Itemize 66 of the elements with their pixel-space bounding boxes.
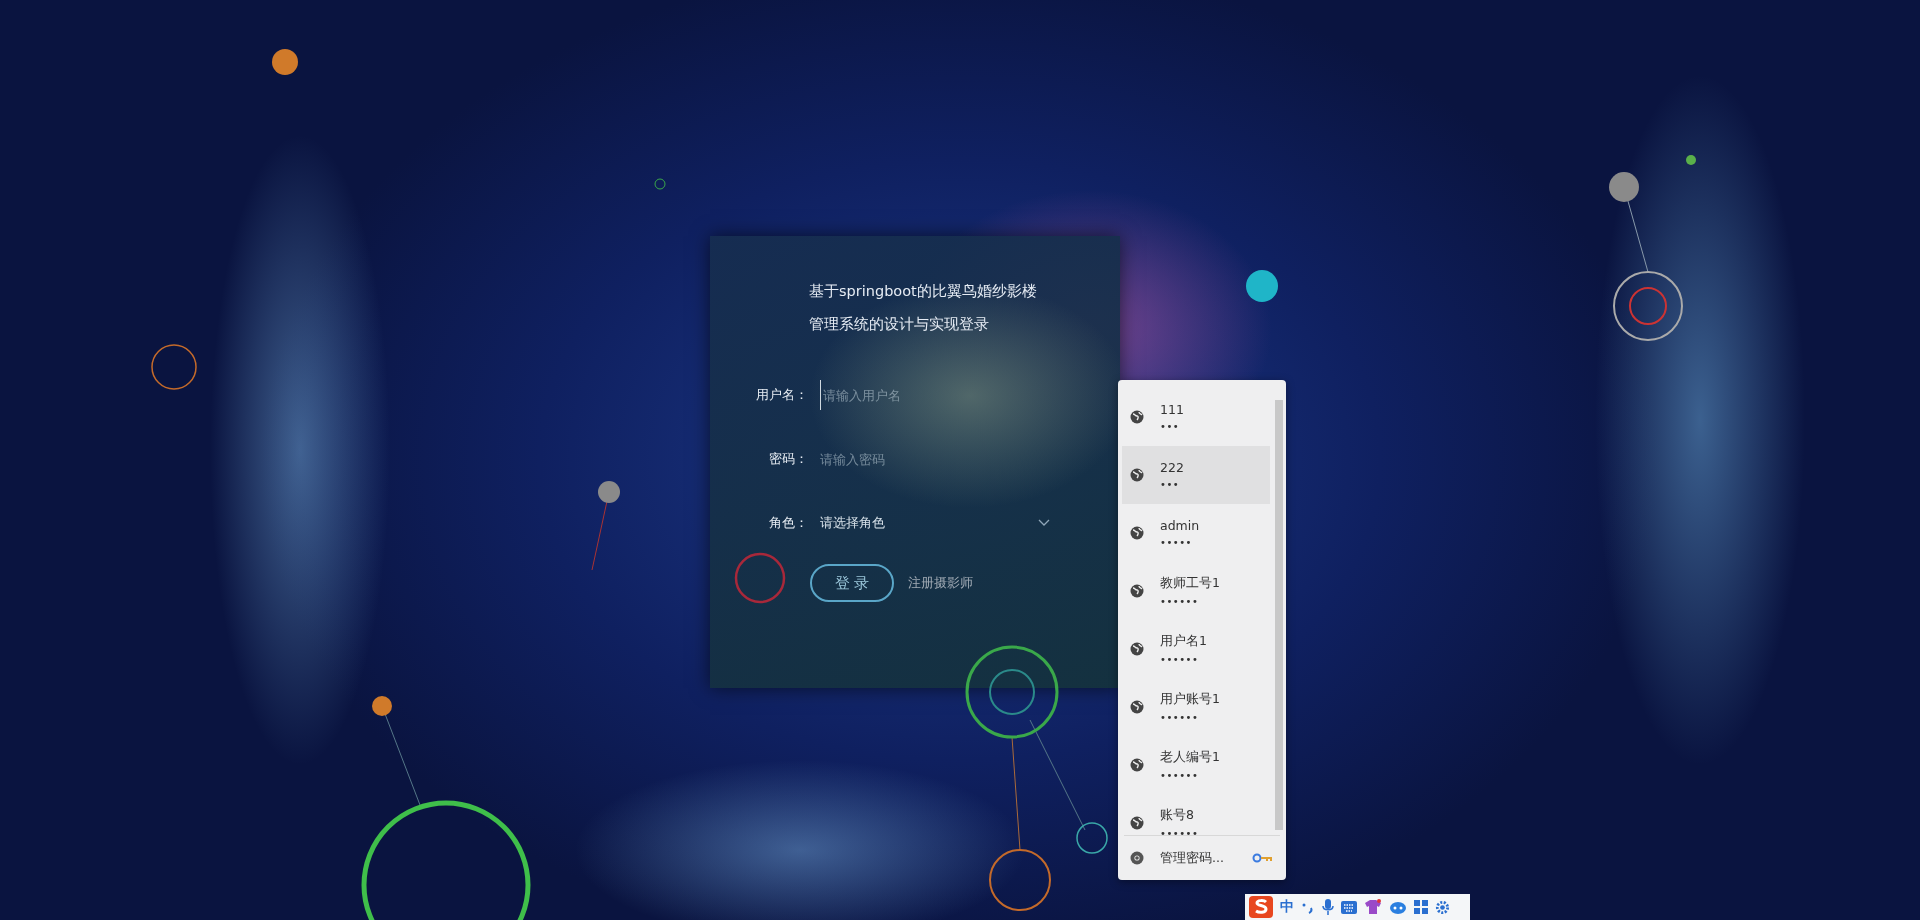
field-label: 密码： [768,450,808,468]
saved-username: admin [1160,518,1200,533]
microphone-icon[interactable] [1322,899,1334,915]
manage-passwords-link[interactable]: 管理密码... [1160,849,1224,867]
shirt-icon[interactable] [1364,899,1382,915]
particle-dot [372,696,392,716]
particle-ring [654,178,666,190]
particle-dot [272,49,298,75]
globe-icon [1130,526,1144,540]
robot-icon[interactable] [1389,900,1407,914]
ime-mode-toggle[interactable]: 中 [1280,898,1294,916]
masked-password: •••••• [1160,770,1200,781]
saved-password-item[interactable]: 用户名1 •••••• [1122,620,1270,678]
saved-username: 用户账号1 [1160,691,1220,708]
particle-ring [734,552,786,604]
input-method-logo-icon[interactable] [1249,896,1273,918]
saved-username: 用户名1 [1160,633,1207,650]
field-label: 角色： [768,514,808,532]
globe-icon [1130,468,1144,482]
saved-password-item[interactable]: 教师工号1 •••••• [1122,562,1270,620]
login-title: 管理系统的设计与实现登录 [809,315,990,334]
field-label: 用户名： [755,386,808,404]
saved-password-item[interactable]: 111 ••• [1122,388,1270,446]
saved-password-item[interactable]: 账号8 •••••• [1122,794,1270,835]
globe-icon [1130,642,1144,656]
globe-icon [1130,758,1144,772]
particle-ring [1076,822,1108,854]
globe-icon [1130,410,1144,424]
scrollbar[interactable] [1275,400,1283,830]
masked-password: •••••• [1160,654,1200,665]
globe-icon [1130,584,1144,598]
masked-password: ••• [1160,479,1181,490]
register-link[interactable]: 注册摄影师 [908,574,973,592]
particle-dot [598,481,620,503]
input-field[interactable]: 请输入用户名 [820,380,1043,410]
masked-password: •••••• [1160,712,1200,723]
masked-password: ••• [1160,421,1181,432]
chevron-down-icon [1038,519,1050,527]
saved-password-item[interactable]: 222 ••• [1122,446,1270,504]
particle-dot [1246,270,1278,302]
login-button[interactable]: 登 录 [810,564,894,602]
masked-password: •••••• [1160,828,1199,835]
particle-dot [1686,155,1696,165]
masked-password: •••••• [1160,596,1200,607]
saved-username: 教师工号1 [1160,575,1220,592]
role-select[interactable]: 请选择角色 [820,514,1050,532]
saved-username: 222 [1160,460,1184,475]
login-title: 基于springboot的比翼鸟婚纱影楼 [809,282,1038,301]
saved-password-item[interactable]: 用户账号1 •••••• [1122,678,1270,736]
saved-username: 111 [1160,402,1184,417]
globe-icon [1130,816,1144,830]
saved-username: 账号8 [1160,807,1195,824]
particle-ring [151,344,197,390]
globe-icon [1130,700,1144,714]
keyboard-icon[interactable] [1341,900,1357,914]
saved-password-item[interactable]: admin ••••• [1122,504,1270,562]
particle-ring [989,849,1051,911]
saved-password-item[interactable]: 老人编号1 •••••• [1122,736,1270,794]
particle-dot [1609,172,1639,202]
saved-username: 老人编号1 [1160,749,1220,766]
masked-password: ••••• [1160,537,1193,548]
grid-icon[interactable] [1414,900,1428,914]
key-icon [1252,853,1274,863]
settings-icon[interactable] [1435,899,1450,915]
browser-logo-icon [1130,851,1144,865]
input-field[interactable]: 请输入密码 [820,444,1040,474]
